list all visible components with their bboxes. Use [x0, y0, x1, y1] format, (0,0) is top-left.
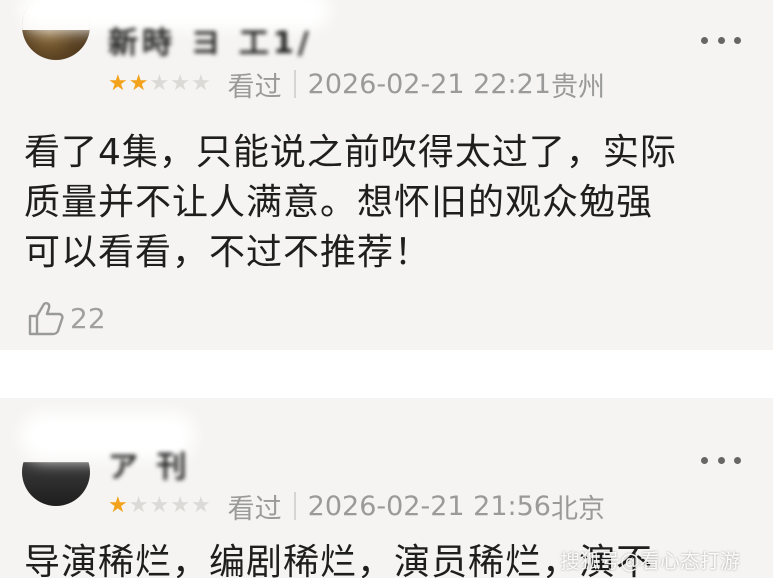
like-button[interactable]: 22 — [26, 298, 106, 338]
review-text-line: 导演稀烂，编剧稀烂，演员稀烂，演不 — [24, 542, 654, 578]
star-rating: ★ ★ ★ ★ ★ — [108, 495, 212, 517]
review-datetime: 2026-02-21 21:56 — [307, 490, 551, 522]
star-icon: ★ — [190, 71, 211, 96]
star-icon: ★ — [190, 493, 211, 518]
review-card: ア 刊 ★ ★ ★ ★ ★ 看过 2026-02-21 21:56 北京 导演稀… — [0, 398, 773, 578]
username[interactable]: 新時 ヨ 工1/ — [108, 18, 313, 62]
review-text: 看了4集，只能说之前吹得太过了，实际 质量并不让人满意。想怀旧的观众勉强 可以看… — [24, 128, 754, 278]
review-card: 新時 ヨ 工1/ ★ ★ ★ ★ ★ 看过 2026-02-21 22:21 贵… — [0, 0, 773, 350]
review-meta: ★ ★ ★ ★ ★ 看过 2026-02-21 22:21 贵州 — [108, 66, 605, 103]
star-icon: ★ — [149, 71, 170, 96]
more-icon[interactable] — [701, 454, 741, 466]
like-count: 22 — [70, 301, 106, 335]
star-icon: ★ — [170, 493, 190, 518]
review-meta: ★ ★ ★ ★ ★ 看过 2026-02-21 21:56 北京 — [108, 488, 605, 525]
review-location: 贵州 — [550, 71, 605, 103]
review-text-line: 看了4集，只能说之前吹得太过了，实际 — [24, 132, 677, 173]
meta-divider — [293, 492, 296, 520]
review-text-line: 质量并不让人满意。想怀旧的观众勉强 — [24, 182, 654, 223]
star-icon: ★ — [128, 493, 149, 518]
star-icon: ★ — [128, 71, 149, 96]
review-datetime: 2026-02-21 22:21 — [307, 68, 551, 100]
star-rating: ★ ★ ★ ★ ★ — [108, 73, 212, 95]
thumbs-up-icon — [28, 302, 64, 336]
star-icon: ★ — [149, 493, 170, 518]
review-text-line: 可以看看，不过不推荐！ — [24, 232, 432, 273]
star-icon: ★ — [108, 493, 128, 518]
review-location: 北京 — [550, 493, 605, 525]
star-icon: ★ — [108, 71, 128, 96]
meta-divider — [293, 70, 296, 98]
username[interactable]: ア 刊 — [108, 442, 190, 486]
watch-status: 看过 — [227, 493, 282, 525]
review-text: 导演稀烂，编剧稀烂，演员稀烂，演不 — [24, 538, 754, 578]
watch-status: 看过 — [227, 71, 282, 103]
star-icon: ★ — [170, 71, 190, 96]
more-icon[interactable] — [701, 34, 741, 46]
